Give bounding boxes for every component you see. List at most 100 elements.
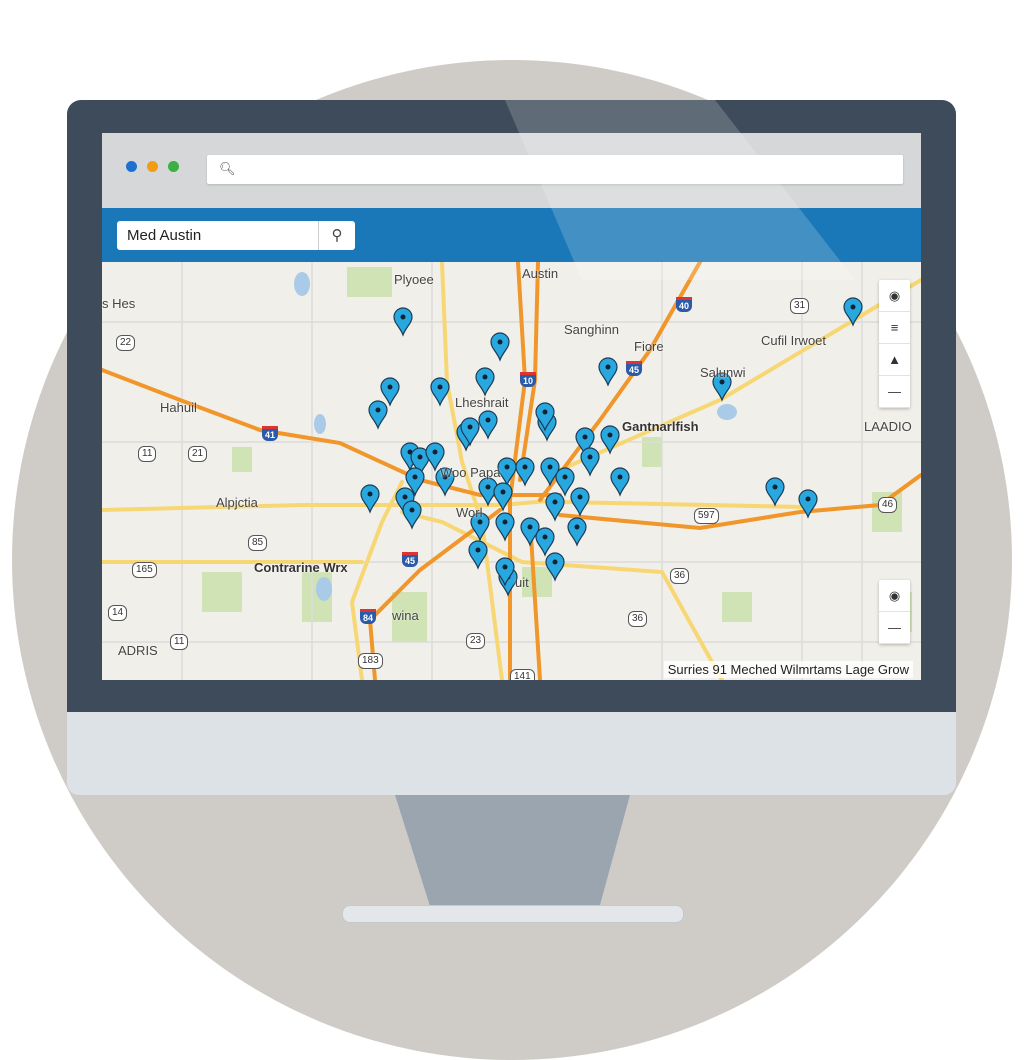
route-shield: 85: [248, 535, 268, 551]
map-pin-dot: [605, 364, 611, 370]
map-pin-dot: [582, 434, 588, 440]
interstate-shield: 45: [402, 552, 419, 567]
map-pin-dot: [574, 524, 580, 530]
map-label: wina: [392, 608, 419, 623]
route-shield: 597: [694, 508, 719, 524]
map-pin-dot: [542, 409, 548, 415]
map-pin-dot: [409, 507, 415, 513]
map-pin-dot: [542, 534, 548, 540]
map-pin-icon[interactable]: [570, 487, 590, 517]
interstate-shield: 10: [520, 372, 537, 387]
map-label: Alpjctia: [216, 495, 258, 510]
map-pin-dot: [502, 564, 508, 570]
map-pin-dot: [412, 474, 418, 480]
screen: 🔍︎ Med Austin ⚲ Plyoee Austin s Hes Sang…: [102, 133, 921, 680]
map-pin-dot: [805, 496, 811, 502]
map-pin-icon[interactable]: [430, 377, 450, 407]
map-pin-dot: [432, 449, 438, 455]
map-pin-dot: [850, 304, 856, 310]
map-pin-dot: [475, 547, 481, 553]
map-pin-icon[interactable]: [468, 540, 488, 570]
road: [349, 480, 404, 680]
map-pin-icon[interactable]: [598, 357, 618, 387]
window-dot-orange[interactable]: [147, 161, 158, 172]
route-shield: 23: [466, 633, 486, 649]
interstate-shield: 84: [360, 609, 377, 624]
locate-icon[interactable]: ◉: [879, 280, 910, 312]
browser-chrome: 🔍︎: [102, 133, 921, 208]
map-pin-dot: [467, 424, 473, 430]
map-pin-icon[interactable]: [380, 377, 400, 407]
map-pin-icon[interactable]: [843, 297, 863, 327]
street-view-icon[interactable]: ▲: [879, 344, 910, 376]
search-input[interactable]: Med Austin: [127, 227, 201, 244]
map-pin-dot: [522, 464, 528, 470]
map-pin-icon[interactable]: [360, 484, 380, 514]
park: [202, 572, 242, 612]
search-icon: ⚲: [331, 227, 343, 244]
route-shield: 36: [670, 568, 690, 584]
map-pin-icon[interactable]: [555, 467, 575, 497]
map-status-text: Surries 91 Meched Wilmrtams Lage Grow: [663, 661, 913, 678]
map-label: Lheshrait: [455, 395, 509, 410]
map-label: Salunwi: [700, 365, 746, 380]
map[interactable]: Plyoee Austin s Hes Sanghinn Fiore Cufil…: [102, 262, 921, 680]
map-pin-dot: [477, 519, 483, 525]
map-label: ADRIS: [118, 643, 158, 658]
map-pin-icon[interactable]: [610, 467, 630, 497]
map-label: Cufil Irwoet: [761, 333, 827, 348]
map-pin-dot: [500, 489, 506, 495]
zoom-out-icon[interactable]: —: [879, 612, 910, 644]
route-shield: 183: [358, 653, 383, 669]
window-dot-blue[interactable]: [126, 161, 137, 172]
map-pin-icon[interactable]: [580, 447, 600, 477]
url-bar[interactable]: 🔍︎: [207, 155, 903, 184]
map-pin-icon[interactable]: [478, 410, 498, 440]
map-label: Sanghinn: [564, 322, 619, 337]
map-label: Hahuil: [160, 400, 197, 415]
app-header: Med Austin ⚲: [102, 208, 921, 262]
route-shield: 31: [790, 298, 810, 314]
monitor-chin: [67, 712, 956, 795]
window-dot-green[interactable]: [168, 161, 179, 172]
map-pin-dot: [527, 524, 533, 530]
route-shield: 11: [138, 446, 157, 462]
map-label: Fiore: [634, 339, 664, 354]
layers-icon[interactable]: ≡: [879, 312, 910, 344]
map-pin-icon[interactable]: [567, 517, 587, 547]
map-label: Gantnarlfish: [622, 419, 699, 434]
interstate-shield: 45: [626, 361, 643, 376]
route-shield: 11: [170, 634, 189, 650]
map-pin-icon[interactable]: [393, 307, 413, 337]
map-pin-dot: [617, 474, 623, 480]
map-label: Plyoee: [394, 272, 434, 287]
map-pin-icon[interactable]: [535, 527, 555, 557]
map-pin-dot: [772, 484, 778, 490]
search-button[interactable]: ⚲: [318, 221, 355, 250]
lake: [294, 272, 310, 296]
map-pin-dot: [387, 384, 393, 390]
map-pin-icon[interactable]: [490, 332, 510, 362]
map-pin-dot: [400, 314, 406, 320]
map-pin-icon[interactable]: [520, 517, 540, 547]
park: [722, 592, 752, 622]
zoom-out-icon[interactable]: —: [879, 376, 910, 408]
map-pin-dot: [375, 407, 381, 413]
monitor-stand-neck: [395, 795, 630, 907]
lake: [316, 577, 332, 601]
search-box: Med Austin ⚲: [117, 221, 355, 250]
road: [560, 500, 804, 509]
map-pin-icon[interactable]: [402, 500, 422, 530]
map-label: Contrarine Wrx: [254, 560, 348, 575]
map-pin-icon[interactable]: [765, 477, 785, 507]
map-pin-dot: [504, 464, 510, 470]
map-pin-icon[interactable]: [475, 367, 495, 397]
camera-icon[interactable]: ◉: [879, 580, 910, 612]
map-canvas[interactable]: [102, 262, 921, 680]
search-icon: 🔍︎: [219, 161, 236, 176]
map-pin-icon[interactable]: [368, 400, 388, 430]
map-pin-dot: [552, 559, 558, 565]
map-label: uit: [515, 575, 529, 590]
map-pin-dot: [547, 464, 553, 470]
map-label: s Hes: [102, 296, 136, 311]
